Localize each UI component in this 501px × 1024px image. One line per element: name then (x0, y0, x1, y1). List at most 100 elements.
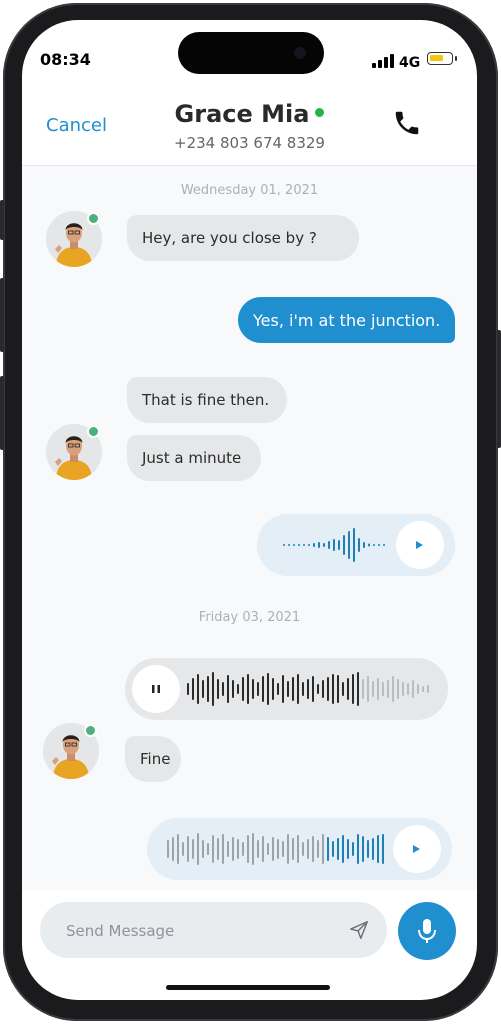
waveform-bar (277, 683, 279, 695)
outgoing-message[interactable]: Yes, i'm at the junction. (238, 297, 455, 343)
waveform-bar (307, 679, 309, 699)
signal-icon (372, 54, 394, 68)
waveform-bar (417, 684, 419, 694)
waveform-bar (177, 834, 179, 864)
waveform-bar (252, 833, 254, 865)
waveform-bar (383, 544, 385, 546)
waveform-bar (187, 836, 189, 862)
incoming-message[interactable]: Just a minute (127, 435, 261, 481)
network-label: 4G (399, 55, 421, 71)
waveform-bar (192, 678, 194, 700)
waveform-bar (257, 840, 259, 858)
voice-record-button[interactable] (398, 902, 456, 960)
microphone-icon (418, 919, 436, 943)
waveform-bar (192, 839, 194, 859)
outgoing-voice-message[interactable] (147, 818, 452, 880)
waveform-bar (353, 528, 355, 562)
waveform-bar (232, 680, 234, 698)
waveform-bar (302, 682, 304, 696)
online-status-dot (315, 107, 325, 117)
waveform-bar (382, 682, 384, 696)
waveform-bar (282, 675, 284, 703)
waveform-bar (293, 544, 295, 546)
waveform-bar (202, 680, 204, 698)
waveform-bar (297, 674, 299, 704)
play-button[interactable] (396, 521, 444, 569)
action-button (0, 200, 4, 240)
waveform-bar (222, 834, 224, 864)
waveform-bar (317, 840, 319, 858)
waveform-bar (342, 682, 344, 696)
waveform-bar (357, 672, 359, 706)
waveform-bar (333, 539, 335, 551)
online-indicator (84, 724, 97, 737)
audio-waveform (283, 528, 385, 562)
play-icon (416, 541, 423, 549)
contact-name: Grace Mia (174, 100, 310, 128)
waveform-bar (407, 683, 409, 695)
waveform-bar (292, 838, 294, 860)
message-input[interactable] (64, 902, 328, 960)
waveform-bar (262, 836, 264, 862)
contact-avatar[interactable] (46, 211, 102, 267)
waveform-bar (332, 674, 334, 704)
waveform-bar (307, 839, 309, 859)
waveform-bar (282, 841, 284, 857)
pause-button[interactable] (132, 665, 180, 713)
waveform-bar (342, 835, 344, 863)
incoming-message[interactable]: Fine (125, 736, 181, 782)
waveform-bar (323, 543, 325, 547)
waveform-bar (327, 837, 329, 861)
incoming-voice-message[interactable] (125, 658, 448, 720)
audio-waveform (187, 672, 429, 706)
waveform-bar (222, 682, 224, 696)
waveform-bar (303, 544, 305, 546)
waveform-bar (352, 674, 354, 704)
waveform-bar (227, 675, 229, 703)
date-separator: Friday 03, 2021 (198, 610, 301, 625)
home-indicator (166, 985, 330, 990)
outgoing-voice-message[interactable] (257, 514, 455, 576)
waveform-bar (347, 839, 349, 859)
play-button[interactable] (393, 825, 441, 873)
waveform-bar (242, 842, 244, 856)
waveform-bar (232, 837, 234, 861)
waveform-bar (247, 674, 249, 704)
waveform-bar (227, 841, 229, 857)
waveform-bar (337, 838, 339, 860)
message-list[interactable]: Wednesday 01, 2021 Hey, are you close by… (22, 166, 477, 890)
waveform-bar (202, 840, 204, 858)
date-separator: Wednesday 01, 2021 (180, 183, 319, 198)
waveform-bar (427, 685, 429, 693)
chat-header: Cancel Grace Mia +234 803 674 8329 (22, 90, 477, 166)
waveform-bar (237, 684, 239, 694)
waveform-bar (332, 841, 334, 857)
incoming-message[interactable]: That is fine then. (127, 377, 287, 423)
contact-avatar[interactable] (46, 424, 102, 480)
waveform-bar (167, 840, 169, 858)
waveform-bar (187, 683, 189, 695)
volume-up-button (0, 278, 4, 352)
waveform-bar (368, 543, 370, 547)
waveform-bar (267, 843, 269, 855)
send-icon[interactable] (348, 919, 370, 941)
waveform-bar (362, 679, 364, 699)
contact-avatar[interactable] (43, 723, 99, 779)
waveform-bar (313, 543, 315, 547)
waveform-bar (312, 836, 314, 862)
waveform-bar (287, 834, 289, 864)
status-time: 08:34 (40, 50, 91, 69)
dynamic-island (178, 32, 324, 74)
waveform-bar (402, 682, 404, 696)
waveform-bar (367, 840, 369, 858)
waveform-bar (328, 541, 330, 549)
call-button[interactable] (392, 106, 422, 140)
waveform-bar (412, 680, 414, 698)
waveform-bar (237, 839, 239, 859)
waveform-bar (312, 676, 314, 702)
waveform-bar (387, 680, 389, 698)
incoming-message[interactable]: Hey, are you close by ? (127, 215, 359, 261)
waveform-bar (182, 842, 184, 856)
waveform-bar (262, 676, 264, 702)
waveform-bar (272, 837, 274, 861)
